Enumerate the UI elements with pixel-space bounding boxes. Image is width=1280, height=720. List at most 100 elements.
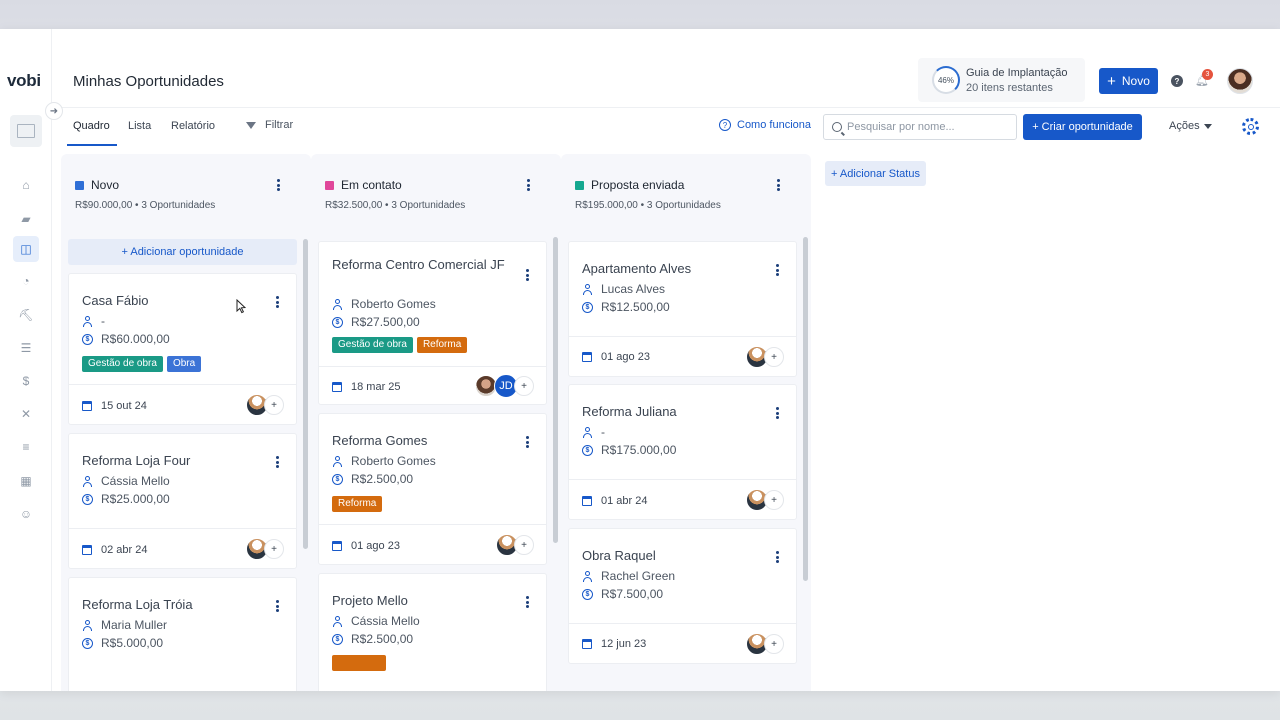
user-avatar[interactable] (1227, 68, 1253, 94)
home-icon[interactable]: ⌂ (13, 172, 39, 198)
card-divider (569, 623, 796, 624)
column-header: Em contato R$32.500,00 • 3 Oportunidades (311, 154, 561, 233)
kebab-menu-icon[interactable] (773, 178, 783, 192)
add-status-button[interactable]: + Adicionar Status (825, 161, 926, 186)
list-icon[interactable]: ≡ (13, 434, 39, 460)
header-divider (52, 107, 1280, 108)
team-icon[interactable]: ☺ (13, 501, 39, 527)
tab-lista[interactable]: Lista (128, 120, 151, 132)
folder-icon[interactable]: ▰ (13, 206, 39, 232)
add-assignee-button[interactable]: + (264, 539, 284, 559)
column-scrollbar[interactable] (553, 237, 558, 543)
opportunity-card[interactable]: Reforma Juliana - $ R$175.000,00 01 abr … (568, 384, 797, 520)
card-title: Reforma Centro Comercial JF (332, 257, 505, 272)
mouse-cursor-icon (236, 299, 246, 314)
value-text: R$2.500,00 (351, 472, 414, 486)
opportunity-card[interactable]: Reforma Loja Four Cássia Mello $ R$25.00… (68, 433, 297, 569)
search-input[interactable] (847, 121, 1007, 133)
opportunity-card[interactable]: Reforma Loja Tróia Maria Muller $ R$5.00… (68, 577, 297, 691)
add-assignee-button[interactable]: + (264, 395, 284, 415)
kebab-menu-icon[interactable] (272, 295, 282, 309)
column-scrollbar[interactable] (303, 239, 308, 549)
card-title: Reforma Loja Four (82, 453, 191, 468)
opportunity-card[interactable]: Projeto Mello Cássia Mello $ R$2.500,00 (318, 573, 547, 691)
opportunity-card[interactable]: Casa Fábio - $ R$60.000,00 Gestão de obr… (68, 273, 297, 425)
dollar-icon: $ (332, 633, 343, 645)
card-title: Reforma Gomes (332, 433, 428, 448)
opportunity-card[interactable]: Reforma Gomes Roberto Gomes $ R$2.500,00… (318, 413, 547, 565)
column-proposta-enviada: Proposta enviada R$195.000,00 • 3 Oportu… (561, 154, 811, 691)
client-name: - (101, 314, 105, 328)
value-text: R$175.000,00 (601, 443, 677, 457)
opportunities-icon[interactable]: ◫ (13, 236, 39, 262)
card-tags: Gestão de obra Reforma (332, 337, 468, 353)
card-title: Projeto Mello (332, 593, 408, 608)
card-assignees: + (746, 633, 784, 655)
tab-quadro[interactable]: Quadro (73, 120, 110, 132)
client-name: - (601, 425, 605, 439)
add-assignee-button[interactable]: + (764, 634, 784, 654)
finance-icon[interactable]: $ (13, 368, 39, 394)
tag: Obra (166, 356, 202, 372)
column-summary: R$90.000,00 • 3 Oportunidades (75, 200, 216, 211)
kebab-menu-icon[interactable] (522, 435, 532, 449)
sidebar-collapse-button[interactable]: ➜ (45, 102, 63, 120)
plus-icon: + (1107, 72, 1116, 90)
add-assignee-button[interactable]: + (764, 490, 784, 510)
gear-icon[interactable] (1242, 118, 1259, 135)
opportunity-card[interactable]: Apartamento Alves Lucas Alves $ R$12.500… (568, 241, 797, 377)
search-field[interactable] (823, 114, 1017, 140)
kebab-menu-icon[interactable] (522, 268, 532, 282)
column-summary: R$32.500,00 • 3 Oportunidades (325, 200, 466, 211)
kebab-menu-icon[interactable] (772, 263, 782, 277)
construction-icon[interactable]: ⛏ (13, 302, 39, 328)
opportunity-card[interactable]: Reforma Centro Comercial JF Roberto Gome… (318, 241, 547, 405)
kebab-menu-icon[interactable] (272, 455, 282, 469)
card-value: $ R$5.000,00 (82, 636, 163, 650)
value-text: R$2.500,00 (351, 632, 414, 646)
column-novo: Novo R$90.000,00 • 3 Oportunidades + Adi… (61, 154, 311, 691)
add-opportunity-button[interactable]: + Adicionar oportunidade (68, 239, 297, 265)
opportunity-card[interactable]: Obra Raquel Rachel Green $ R$7.500,00 12… (568, 528, 797, 664)
company-logo[interactable] (10, 115, 42, 147)
kebab-menu-icon[interactable] (772, 550, 782, 564)
kebab-menu-icon[interactable] (522, 595, 532, 609)
person-icon (332, 615, 343, 627)
dollar-icon: $ (332, 316, 343, 328)
card-date: 18 mar 25 (332, 381, 401, 393)
date-text: 18 mar 25 (351, 381, 401, 393)
apps-icon[interactable]: ▦ (13, 468, 39, 494)
card-divider (69, 384, 296, 385)
card-tags: Gestão de obra Obra (82, 356, 202, 372)
calendar-icon (332, 382, 342, 392)
add-assignee-button[interactable]: + (514, 376, 534, 396)
card-client: Roberto Gomes (332, 297, 436, 311)
calendar-icon (582, 352, 592, 362)
help-icon[interactable]: ? (1171, 75, 1183, 87)
implementation-guide[interactable]: 46% Guia de Implantação 20 itens restant… (918, 58, 1085, 102)
tab-relatorio[interactable]: Relatório (171, 120, 215, 132)
kebab-menu-icon[interactable] (272, 599, 282, 613)
card-date: 12 jun 23 (582, 638, 646, 650)
add-assignee-button[interactable]: + (764, 347, 784, 367)
date-text: 12 jun 23 (601, 638, 647, 650)
actions-dropdown[interactable]: Ações (1169, 120, 1212, 132)
card-date: 02 abr 24 (82, 544, 147, 556)
calendar-icon (332, 541, 342, 551)
filter-button[interactable]: Filtrar (246, 119, 293, 131)
add-assignee-button[interactable]: + (514, 535, 534, 555)
kebab-menu-icon[interactable] (273, 178, 283, 192)
card-tags: Reforma (332, 496, 383, 512)
app-window: vobi ⌂ ▰ ◫ ◔ ⛏ ☰ $ ✕ ≡ ▦ ☺ ➜ Minhas Opor… (0, 29, 1280, 691)
how-it-works-link[interactable]: ? Como funciona (719, 119, 811, 131)
tools-icon[interactable]: ✕ (13, 401, 39, 427)
dashboard-icon[interactable]: ◔ (13, 268, 39, 294)
column-scrollbar[interactable] (803, 237, 808, 581)
create-opportunity-button[interactable]: + Criar oportunidade (1023, 114, 1142, 140)
new-button[interactable]: + Novo (1099, 68, 1158, 94)
tag: Gestão de obra (82, 356, 163, 372)
database-icon[interactable]: ☰ (13, 335, 39, 361)
kebab-menu-icon[interactable] (772, 406, 782, 420)
kebab-menu-icon[interactable] (523, 178, 533, 192)
app-logo[interactable]: vobi (7, 71, 41, 91)
